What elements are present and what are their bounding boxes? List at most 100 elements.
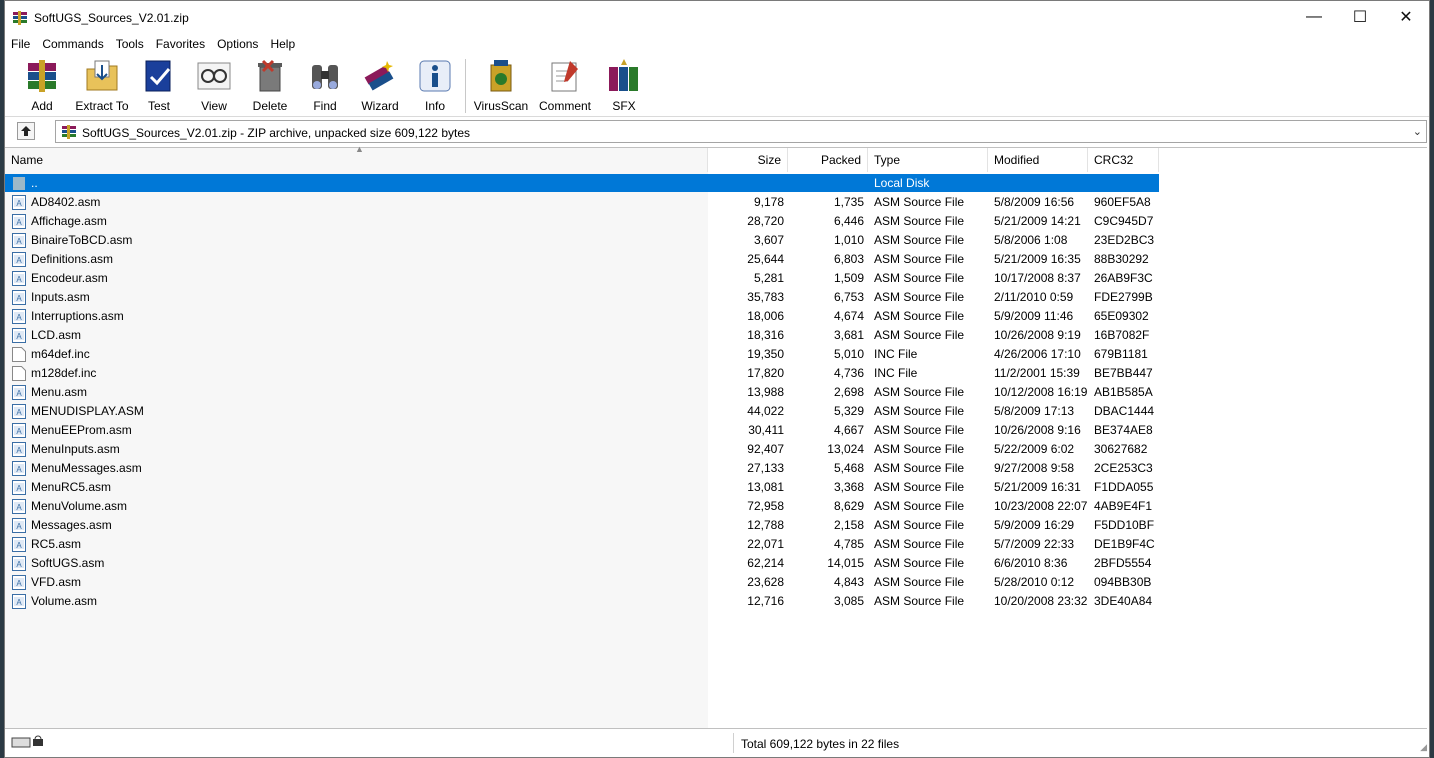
asm-file-icon: A <box>12 423 26 438</box>
file-packed: 13,024 <box>827 442 864 456</box>
asm-file-icon: A <box>12 309 26 324</box>
info-button[interactable]: Info <box>417 57 453 115</box>
file-row[interactable]: A MENUDISPLAY.ASM 44,022 5,329 ASM Source Fi… <box>5 402 1159 421</box>
svg-text:A: A <box>16 579 22 588</box>
file-size: 92,407 <box>747 442 784 456</box>
file-row[interactable]: A Messages.asm 12,788 2,158 ASM Source File 5… <box>5 516 1159 535</box>
parent-folder-row[interactable]: .. Local Disk <box>5 174 1159 192</box>
file-modified: 10/26/2008 9:19 <box>994 328 1081 342</box>
file-packed: 2,158 <box>833 518 864 532</box>
file-row[interactable]: A Interruptions.asm 18,006 4,674 ASM Source … <box>5 307 1159 326</box>
file-name: Messages.asm <box>31 518 112 532</box>
file-size: 18,006 <box>747 309 784 323</box>
file-modified: 10/17/2008 8:37 <box>994 271 1081 285</box>
menu-help[interactable]: Help <box>264 35 301 53</box>
file-packed: 4,674 <box>833 309 864 323</box>
menu-file[interactable]: File <box>5 35 36 53</box>
file-name: SoftUGS.asm <box>31 556 105 570</box>
file-modified: 5/7/2009 22:33 <box>994 537 1075 551</box>
view-button[interactable]: View <box>193 57 235 115</box>
file-type: ASM Source File <box>874 214 965 228</box>
comment-button[interactable]: Comment <box>537 57 593 115</box>
sfx-label: SFX <box>612 99 636 113</box>
wizard-label: Wizard <box>361 99 399 113</box>
file-row[interactable]: A RC5.asm 22,071 4,785 ASM Source File 5/7/20… <box>5 535 1159 554</box>
find-button[interactable]: Find <box>305 57 345 115</box>
drive-lock-icon[interactable] <box>11 735 45 749</box>
minimize-button[interactable]: — <box>1291 1 1337 33</box>
file-crc: BE374AE8 <box>1094 423 1153 437</box>
file-row[interactable]: A Definitions.asm 25,644 6,803 ASM Source Fi… <box>5 250 1159 269</box>
chevron-down-icon[interactable]: ⌄ <box>1413 125 1422 138</box>
delete-button[interactable]: Delete <box>249 57 291 115</box>
resize-grip-icon[interactable]: ◢ <box>1420 742 1427 753</box>
file-row[interactable]: A Inputs.asm 35,783 6,753 ASM Source File 2/1… <box>5 288 1159 307</box>
add-button[interactable]: Add <box>19 57 65 115</box>
column-header-type[interactable]: Type <box>868 148 988 172</box>
file-row[interactable]: A Affichage.asm 28,720 6,446 ASM Source File… <box>5 212 1159 231</box>
address-field[interactable]: SoftUGS_Sources_V2.01.zip - ZIP archive,… <box>55 120 1427 143</box>
file-packed: 5,010 <box>833 347 864 361</box>
file-row[interactable]: A Volume.asm 12,716 3,085 ASM Source File 10/… <box>5 592 1159 611</box>
file-size: 35,783 <box>747 290 784 304</box>
file-crc: 4AB9E4F1 <box>1094 499 1153 513</box>
sfx-button[interactable]: SFX <box>605 57 643 115</box>
file-row[interactable]: A MenuRC5.asm 13,081 3,368 ASM Source File 5/… <box>5 478 1159 497</box>
file-type: ASM Source File <box>874 594 965 608</box>
menu-tools[interactable]: Tools <box>110 35 150 53</box>
file-row[interactable]: A MenuInputs.asm 92,407 13,024 ASM Source Fi… <box>5 440 1159 459</box>
file-row[interactable]: A BinaireToBCD.asm 3,607 1,010 ASM Source Fi… <box>5 231 1159 250</box>
file-name: Affichage.asm <box>31 214 107 228</box>
file-size: 23,628 <box>747 575 784 589</box>
file-row[interactable]: A AD8402.asm 9,178 1,735 ASM Source File 5/8/… <box>5 193 1159 212</box>
close-button[interactable]: ✕ <box>1383 1 1429 33</box>
file-row[interactable]: A VFD.asm 23,628 4,843 ASM Source File 5/28/2… <box>5 573 1159 592</box>
file-modified: 10/20/2008 23:32 <box>994 594 1088 608</box>
file-modified: 11/2/2001 15:39 <box>994 366 1080 380</box>
svg-text:A: A <box>16 598 22 607</box>
file-row[interactable]: A MenuEEProm.asm 30,411 4,667 ASM Source Fil… <box>5 421 1159 440</box>
file-row[interactable]: A Menu.asm 13,988 2,698 ASM Source File 10/12… <box>5 383 1159 402</box>
file-row[interactable]: A LCD.asm 18,316 3,681 ASM Source File 10/26/… <box>5 326 1159 345</box>
file-modified: 6/6/2010 8:36 <box>994 556 1068 570</box>
column-header-crc32[interactable]: CRC32 <box>1088 148 1159 172</box>
svg-text:A: A <box>16 199 22 208</box>
asm-file-icon: A <box>12 556 26 571</box>
file-row[interactable]: A MenuVolume.asm 72,958 8,629 ASM Source Fil… <box>5 497 1159 516</box>
file-crc: 23ED2BC3 <box>1094 233 1155 247</box>
menu-favorites[interactable]: Favorites <box>150 35 211 53</box>
file-size: 3,607 <box>753 233 784 247</box>
file-type: ASM Source File <box>874 442 965 456</box>
title-bar[interactable]: SoftUGS_Sources_V2.01.zip — ☐ ✕ <box>5 1 1429 35</box>
menu-bar: File Commands Tools Favorites Options He… <box>5 35 1429 53</box>
svg-text:A: A <box>16 218 22 227</box>
svg-text:A: A <box>16 294 22 303</box>
file-size: 25,644 <box>747 252 784 266</box>
file-row[interactable]: A SoftUGS.asm 62,214 14,015 ASM Source File 6… <box>5 554 1159 573</box>
up-folder-button[interactable] <box>17 122 35 140</box>
test-button[interactable]: Test <box>139 57 179 115</box>
file-row[interactable]: A Encodeur.asm 5,281 1,509 ASM Source File 10… <box>5 269 1159 288</box>
virusscan-button[interactable]: VirusScan <box>473 57 529 115</box>
wizard-button[interactable]: Wizard <box>357 57 403 115</box>
file-name: VFD.asm <box>31 575 82 589</box>
extract-to-button[interactable]: Extract To <box>73 57 131 115</box>
menu-commands[interactable]: Commands <box>36 35 109 53</box>
file-row[interactable]: m64def.inc 19,350 5,010 INC File 4/26/2006 1… <box>5 345 1159 364</box>
file-crc: 094BB30B <box>1094 575 1152 589</box>
menu-options[interactable]: Options <box>211 35 264 53</box>
column-header-size[interactable]: Size <box>708 148 788 172</box>
file-row[interactable]: A MenuMessages.asm 27,133 5,468 ASM Source F… <box>5 459 1159 478</box>
file-size: 12,716 <box>747 594 784 608</box>
maximize-button[interactable]: ☐ <box>1337 1 1383 33</box>
column-header-packed[interactable]: Packed <box>788 148 868 172</box>
file-type: ASM Source File <box>874 480 965 494</box>
column-header-modified[interactable]: Modified <box>988 148 1088 172</box>
asm-file-icon: A <box>12 537 26 552</box>
file-row[interactable]: m128def.inc 17,820 4,736 INC File 11/2/2001 … <box>5 364 1159 383</box>
file-list[interactable]: ▲ Name Size Packed Type Modified CRC32 .… <box>5 144 1427 729</box>
file-name: Interruptions.asm <box>31 309 124 323</box>
svg-text:A: A <box>16 237 22 246</box>
column-header-name[interactable]: Name <box>5 148 708 172</box>
asm-file-icon: A <box>12 404 26 419</box>
